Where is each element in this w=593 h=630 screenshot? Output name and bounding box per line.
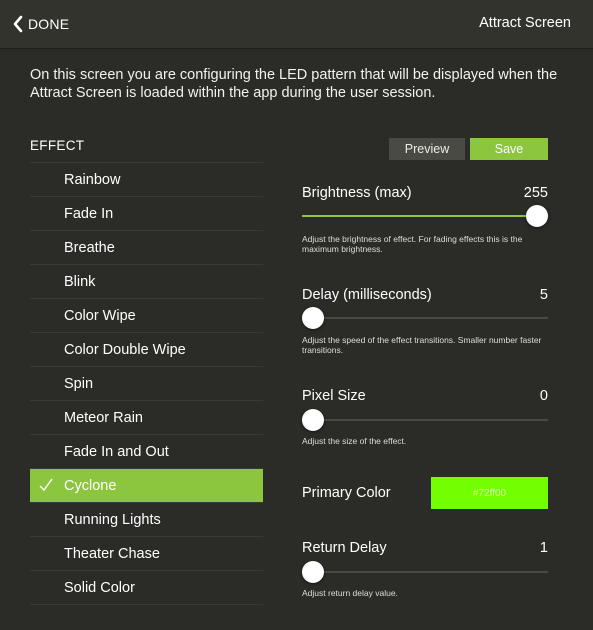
effect-item[interactable]: Blink xyxy=(30,265,263,299)
effect-item-label: Color Double Wipe xyxy=(64,341,186,358)
effect-item-label: Meteor Rain xyxy=(64,409,143,426)
pixel-size-label: Pixel Size xyxy=(302,388,366,404)
return-delay-help: Adjust return delay value. xyxy=(302,588,398,598)
brightness-slider-fill xyxy=(302,215,537,217)
effect-item-label: Solid Color xyxy=(64,579,135,596)
brightness-value: 255 xyxy=(523,185,548,201)
effect-item-label: Breathe xyxy=(64,239,115,256)
effect-item-label: Theater Chase xyxy=(64,545,160,562)
brightness-label: Brightness (max) xyxy=(302,185,412,201)
effect-item[interactable]: Breathe xyxy=(30,231,263,265)
delay-help: Adjust the speed of the effect transitio… xyxy=(302,335,542,355)
effect-item-label: Spin xyxy=(64,375,94,392)
pixel-size-help: Adjust the size of the effect. xyxy=(302,436,407,446)
effect-item-label: Color Wipe xyxy=(64,307,136,324)
chevron-left-icon xyxy=(13,15,23,33)
effect-item[interactable]: Fade In and Out xyxy=(30,435,263,469)
effect-item-label: Running Lights xyxy=(64,511,161,528)
effect-item[interactable]: Meteor Rain xyxy=(30,401,263,435)
screen-description: On this screen you are configuring the L… xyxy=(30,67,558,101)
pixel-size-slider-track[interactable] xyxy=(302,409,548,431)
effect-item[interactable]: Theater Chase xyxy=(30,537,263,571)
effect-item-label: Rainbow xyxy=(64,171,121,188)
brightness-slider-track[interactable] xyxy=(302,205,548,227)
brightness-slider-thumb[interactable] xyxy=(526,205,548,227)
primary-color-swatch[interactable]: #72ff00 xyxy=(431,477,548,509)
pixel-size-slider-thumb[interactable] xyxy=(302,409,324,431)
effect-item[interactable]: Rainbow xyxy=(30,163,263,197)
effect-item[interactable]: Cyclone xyxy=(30,469,263,503)
effect-header: EFFECT xyxy=(30,138,85,153)
effect-item-label: Cyclone xyxy=(64,477,117,494)
effect-item[interactable]: Color Wipe xyxy=(30,299,263,333)
effect-item-label: Fade In and Out xyxy=(64,443,169,460)
brightness-help: Adjust the brightness of effect. For fad… xyxy=(302,234,523,254)
return-delay-slider-track[interactable] xyxy=(302,561,548,583)
done-button[interactable]: DONE xyxy=(12,14,69,34)
effect-item[interactable]: Fade In xyxy=(30,197,263,231)
effect-list: Rainbow Fade In Breathe Blink Color Wipe Colo… xyxy=(30,162,263,605)
primary-color-label: Primary Color xyxy=(302,485,391,501)
delay-value: 5 xyxy=(539,287,548,303)
checkmark-icon xyxy=(39,478,53,492)
nav-bar: DONE Attract Screen xyxy=(0,0,593,49)
save-button[interactable]: Save xyxy=(470,138,548,160)
effect-item-label: Blink xyxy=(64,273,96,290)
delay-label: Delay (milliseconds) xyxy=(302,287,432,303)
effect-item-label: Fade In xyxy=(64,205,114,222)
return-delay-value: 1 xyxy=(539,540,548,556)
effect-item[interactable]: Spin xyxy=(30,367,263,401)
delay-slider-thumb[interactable] xyxy=(302,307,324,329)
delay-slider-track[interactable] xyxy=(302,307,548,329)
effect-item[interactable]: Running Lights xyxy=(30,503,263,537)
effect-item[interactable]: Solid Color xyxy=(30,571,263,605)
preview-button[interactable]: Preview xyxy=(389,138,465,160)
page-title: Attract Screen xyxy=(479,15,571,31)
return-delay-slider-thumb[interactable] xyxy=(302,561,324,583)
pixel-size-value: 0 xyxy=(539,388,548,404)
effect-item[interactable]: Color Double Wipe xyxy=(30,333,263,367)
done-label: DONE xyxy=(28,16,70,32)
return-delay-label: Return Delay xyxy=(302,540,387,556)
